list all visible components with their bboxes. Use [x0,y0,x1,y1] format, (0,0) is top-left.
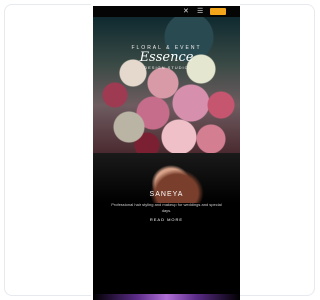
close-icon[interactable]: ✕ [183,8,189,15]
feature-section: SANEYA Professional hair styling and mak… [93,153,240,294]
section-text: Professional hair styling and makeup for… [111,202,222,213]
right-panel [240,4,315,296]
next-section-image [93,294,240,300]
section-title: SANEYA [149,191,184,198]
left-panel [4,4,91,296]
cta-button[interactable] [210,8,226,15]
brand-block: FLORAL & EVENT Essence DESIGN STUDIO [93,45,240,70]
top-bar: ✕ ☰ [93,6,240,17]
brand-name[interactable]: Essence [93,51,240,65]
read-more-link[interactable]: READ MORE [93,217,240,222]
brand-subtitle: DESIGN STUDIO [144,65,189,70]
menu-icon[interactable]: ☰ [197,8,203,15]
mobile-page: ✕ ☰ FLORAL & EVENT Essence DESIGN STUDIO… [93,6,240,300]
hero-image: FLORAL & EVENT Essence DESIGN STUDIO [93,17,240,153]
